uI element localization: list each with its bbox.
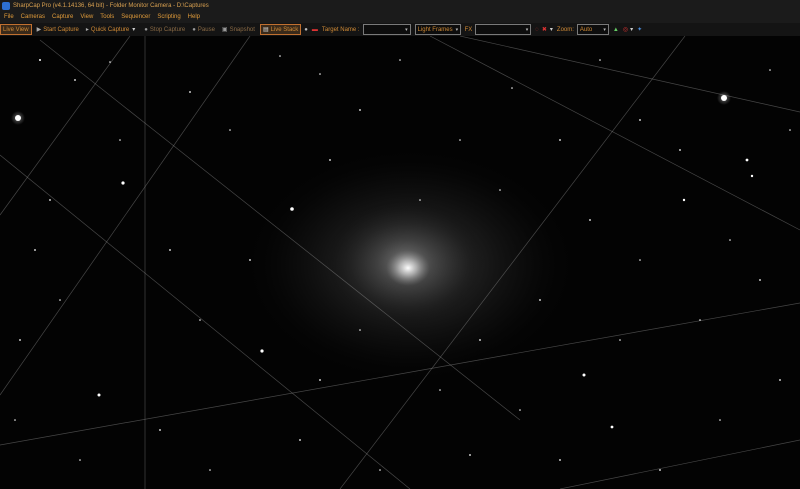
chevron-down-icon: ▾ <box>603 26 606 33</box>
title-bar: SharpCap Pro (v4.1.14136, 64 bit) - Fold… <box>0 0 800 12</box>
chevron-down-icon: ▾ <box>405 26 408 33</box>
target-icon[interactable]: ◎ <box>623 26 628 33</box>
menu-help[interactable]: Help <box>185 12 203 23</box>
quick-capture-button[interactable]: ▸ Quick Capture ▾ <box>84 24 139 35</box>
window-title: SharpCap Pro (v4.1.14136, 64 bit) - Fold… <box>13 3 209 9</box>
menu-scripting[interactable]: Scripting <box>154 12 183 23</box>
live-view-label: Live View <box>3 26 29 33</box>
quick-capture-label: Quick Capture <box>90 26 130 33</box>
sphere-icon[interactable]: ● <box>304 27 308 33</box>
target-name-label: Target Name : <box>321 26 360 33</box>
menu-file[interactable]: File <box>1 12 17 23</box>
fx-label: FX <box>464 26 473 33</box>
app-icon <box>2 2 10 10</box>
chevron-down-icon: ▾ <box>455 26 459 33</box>
pause-icon: ● <box>192 26 196 33</box>
menu-tools[interactable]: Tools <box>97 12 117 23</box>
quick-capture-icon: ▸ <box>85 27 89 33</box>
pause-button[interactable]: ● Pause <box>190 24 217 35</box>
live-stack-icon: ▤ <box>262 27 269 33</box>
start-capture-label: Start Capture <box>43 26 79 33</box>
snapshot-button[interactable]: ▣ Snapshot <box>220 24 257 35</box>
pause-label: Pause <box>197 26 215 33</box>
frame-type-value: Light Frames <box>417 26 453 33</box>
live-view-button[interactable]: Live View <box>0 24 32 35</box>
snapshot-icon: ▣ <box>221 27 228 33</box>
live-stack-label: Live Stack <box>270 26 299 33</box>
toolbar: Live View ▶ Start Capture ▸ Quick Capture ▾… <box>0 23 800 36</box>
crosshair-icon[interactable]: ◌ <box>535 27 539 33</box>
menu-sequencer[interactable]: Sequencer <box>118 12 153 23</box>
menu-view[interactable]: View <box>77 12 96 23</box>
menu-cameras[interactable]: Cameras <box>18 12 48 23</box>
live-view-image[interactable] <box>0 36 800 489</box>
chevron-down-icon[interactable]: ▾ <box>550 26 553 33</box>
histogram-icon[interactable]: ▲ <box>613 27 619 33</box>
start-capture-icon: ▶ <box>36 27 42 33</box>
frame-type-select[interactable]: Light Frames ▾ <box>414 24 461 35</box>
menu-bar: File Cameras Capture View Tools Sequence… <box>0 12 800 23</box>
live-stack-button[interactable]: ▤ Live Stack <box>259 24 302 35</box>
stop-capture-label: Stop Capture <box>149 26 186 33</box>
zoom-value: Auto <box>579 26 593 33</box>
zoom-label: Zoom: <box>556 26 574 33</box>
chevron-down-icon: ▾ <box>525 26 529 33</box>
film-icon[interactable]: ▬ <box>312 27 318 33</box>
start-capture-button[interactable]: ▶ Start Capture <box>35 24 81 35</box>
satellite-icon[interactable]: ✦ <box>637 26 642 33</box>
stop-capture-icon: ● <box>144 26 148 33</box>
chevron-down-icon[interactable]: ▾ <box>630 26 633 33</box>
stop-capture-button[interactable]: ● Stop Capture <box>142 24 187 35</box>
fx-select[interactable]: ▾ <box>475 24 532 35</box>
zoom-select[interactable]: Auto ▾ <box>576 24 609 35</box>
chevron-down-icon[interactable]: ▾ <box>132 26 135 33</box>
target-name-input[interactable]: ▾ <box>362 24 411 35</box>
menu-capture[interactable]: Capture <box>49 12 76 23</box>
grid-icon[interactable]: ✖ <box>542 26 547 33</box>
snapshot-label: Snapshot <box>229 26 255 33</box>
nebula-core <box>386 250 430 286</box>
